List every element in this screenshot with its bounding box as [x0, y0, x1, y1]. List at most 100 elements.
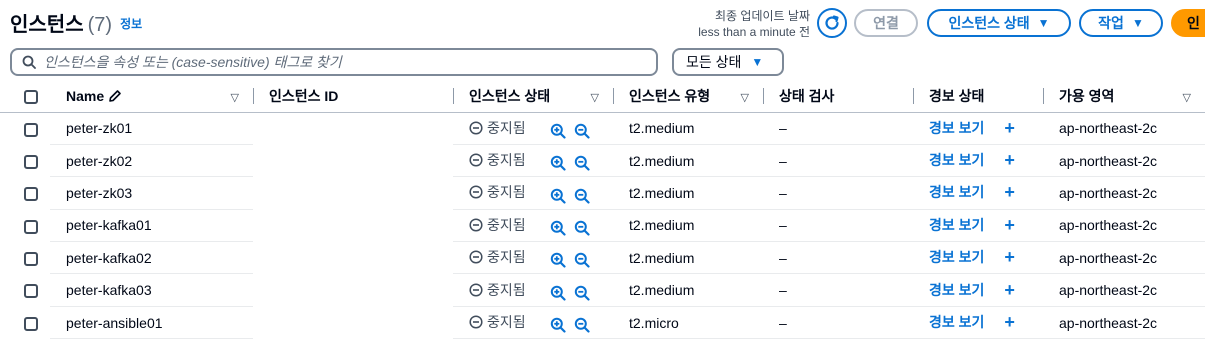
status-check: –: [763, 306, 913, 340]
plus-icon[interactable]: +: [1004, 118, 1015, 138]
instance-name: peter-ansible01: [50, 306, 253, 340]
column-label: 상태 검사: [779, 87, 835, 104]
zoom-out-icon[interactable]: [574, 123, 590, 139]
title-text: 인스턴스: [10, 14, 84, 36]
column-header-status-check[interactable]: 상태 검사: [763, 80, 913, 113]
search-input[interactable]: 인스턴스을 속성 또는 (case-sensitive) 태그로 찾기: [10, 48, 658, 76]
column-divider[interactable]: [453, 88, 454, 104]
instance-type: t2.medium: [613, 209, 763, 243]
select-all-checkbox[interactable]: [24, 89, 38, 104]
table-row[interactable]: peter-ansible01 중지됨 t2.micro – 경보 보기 + ap…: [0, 306, 1205, 340]
column-divider[interactable]: [763, 88, 764, 104]
instance-state-label: 중지됨: [487, 184, 526, 201]
plus-icon[interactable]: +: [1004, 312, 1015, 332]
row-checkbox[interactable]: [24, 284, 38, 299]
instance-state-button[interactable]: 인스턴스 상태 ▼: [927, 9, 1071, 37]
zoom-in-icon[interactable]: [550, 123, 566, 139]
table-row[interactable]: peter-kafka03 중지됨 t2.medium – 경보 보기 + ap-…: [0, 273, 1205, 307]
view-alarms-link[interactable]: 경보 보기: [929, 314, 984, 330]
availability-zone: ap-northeast-2c: [1043, 306, 1205, 340]
plus-icon[interactable]: +: [1004, 247, 1015, 267]
plus-icon[interactable]: +: [1004, 215, 1015, 235]
select-all-cell: [0, 80, 50, 113]
table-row[interactable]: peter-kafka02 중지됨 t2.medium – 경보 보기 + ap-…: [0, 241, 1205, 275]
row-checkbox[interactable]: [24, 187, 38, 202]
row-checkbox[interactable]: [24, 316, 38, 331]
row-select-cell: [0, 274, 50, 306]
column-header-name[interactable]: Name ▽: [50, 80, 253, 113]
row-checkbox[interactable]: [24, 154, 38, 169]
column-divider[interactable]: [253, 88, 254, 104]
zoom-out-icon[interactable]: [574, 188, 590, 204]
instance-state-cell: 중지됨: [453, 241, 613, 275]
zoom-out-icon[interactable]: [574, 220, 590, 236]
zoom-in-icon[interactable]: [550, 220, 566, 236]
info-link[interactable]: 정보: [120, 17, 142, 31]
column-divider[interactable]: [1043, 88, 1044, 104]
actions-label: 작업: [1098, 15, 1124, 31]
view-alarms-link[interactable]: 경보 보기: [929, 217, 984, 233]
plus-icon[interactable]: +: [1004, 280, 1015, 300]
column-header-instance-state[interactable]: 인스턴스 상태 ▽: [453, 80, 613, 113]
table-row[interactable]: peter-zk02 중지됨 t2.medium – 경보 보기 + ap-nor…: [0, 144, 1205, 178]
table-row[interactable]: peter-zk01 중지됨 t2.medium – 경보 보기 + ap-nor…: [0, 112, 1205, 145]
sort-caret-icon[interactable]: ▽: [741, 91, 749, 104]
sort-caret-icon[interactable]: ▽: [231, 91, 239, 104]
zoom-out-icon[interactable]: [574, 155, 590, 171]
instance-type: t2.medium: [613, 241, 763, 275]
column-label: 인스턴스 상태: [469, 87, 551, 104]
sort-caret-icon[interactable]: ▽: [591, 91, 599, 104]
state-filter-select[interactable]: 모든 상태 ▼: [672, 48, 784, 76]
zoom-out-icon[interactable]: [574, 285, 590, 301]
availability-zone: ap-northeast-2c: [1043, 209, 1205, 243]
table-row[interactable]: peter-kafka01 중지됨 t2.medium – 경보 보기 + ap-…: [0, 209, 1205, 243]
zoom-out-icon[interactable]: [574, 317, 590, 333]
column-header-alarm-status[interactable]: 경보 상태: [913, 80, 1043, 113]
launch-instances-button[interactable]: 인: [1171, 9, 1205, 37]
instance-name: peter-kafka03: [50, 273, 253, 307]
sort-caret-icon[interactable]: ▽: [1183, 91, 1191, 104]
instance-state-label: 중지됨: [487, 249, 526, 266]
column-header-availability-zone[interactable]: 가용 영역 ▽: [1043, 80, 1205, 113]
column-label: 경보 상태: [929, 87, 985, 104]
row-checkbox[interactable]: [24, 251, 38, 266]
column-header-instance-type[interactable]: 인스턴스 유형 ▽: [613, 80, 763, 113]
zoom-in-icon[interactable]: [550, 188, 566, 204]
zoom-in-icon[interactable]: [550, 252, 566, 269]
instance-state-label: 중지됨: [487, 216, 526, 233]
zoom-in-icon[interactable]: [550, 155, 566, 171]
view-alarms-link[interactable]: 경보 보기: [929, 249, 984, 265]
search-placeholder: 인스턴스을 속성 또는 (case-sensitive) 태그로 찾기: [44, 54, 342, 70]
instance-id: [253, 209, 453, 241]
row-select-cell: [0, 144, 50, 176]
view-alarms-link[interactable]: 경보 보기: [929, 120, 984, 136]
view-alarms-link[interactable]: 경보 보기: [929, 282, 984, 298]
stopped-icon: [469, 315, 483, 329]
plus-icon[interactable]: +: [1004, 150, 1015, 170]
stopped-icon: [469, 282, 483, 297]
connect-button[interactable]: 연결: [854, 9, 918, 37]
view-alarms-link[interactable]: 경보 보기: [929, 152, 984, 168]
refresh-button[interactable]: [817, 8, 847, 38]
table-row[interactable]: peter-zk03 중지됨 t2.medium – 경보 보기 + ap-nor…: [0, 176, 1205, 210]
plus-icon[interactable]: +: [1004, 182, 1015, 202]
row-checkbox[interactable]: [24, 219, 38, 234]
actions-button[interactable]: 작업 ▼: [1079, 9, 1163, 37]
instance-state: 중지됨: [469, 150, 526, 170]
caret-down-icon: ▼: [751, 55, 764, 69]
view-alarms-link[interactable]: 경보 보기: [929, 184, 984, 200]
zoom-in-icon[interactable]: [550, 317, 566, 333]
column-divider[interactable]: [613, 88, 614, 104]
zoom-in-icon[interactable]: [550, 285, 566, 301]
instance-state-cell: 중지됨: [453, 176, 613, 210]
availability-zone: ap-northeast-2c: [1043, 273, 1205, 307]
instance-name: peter-zk01: [50, 112, 253, 145]
availability-zone: ap-northeast-2c: [1043, 144, 1205, 178]
alarm-status-cell: 경보 보기 +: [913, 144, 1043, 178]
instance-id: [253, 112, 453, 144]
availability-zone: ap-northeast-2c: [1043, 176, 1205, 210]
zoom-out-icon[interactable]: [574, 252, 590, 269]
row-checkbox[interactable]: [24, 122, 38, 137]
column-header-instance-id[interactable]: 인스턴스 ID: [253, 80, 453, 113]
column-divider[interactable]: [913, 88, 914, 104]
